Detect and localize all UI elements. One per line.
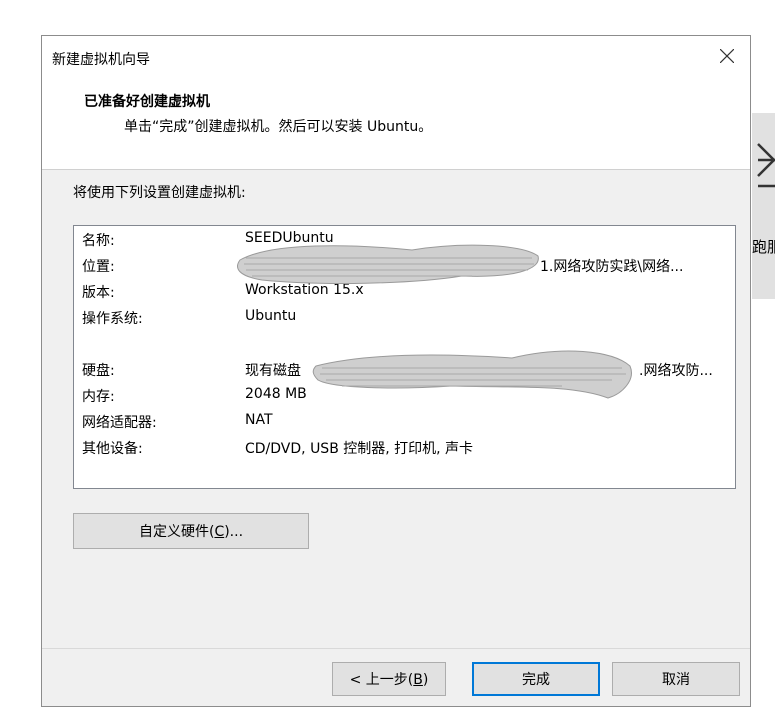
settings-summary: 名称: SEEDUbuntu 位置: 1.网络攻防实践\网络... 版本: Wo… [73,225,736,489]
wizard-header: 已准备好创建虚拟机 单击“完成”创建虚拟机。然后可以安装 Ubuntu。 [42,80,750,170]
summary-value: 现有磁盘 [245,363,301,379]
new-vm-wizard-dialog: 新建虚拟机向导 已准备好创建虚拟机 单击“完成”创建虚拟机。然后可以安装 Ubu… [41,35,751,707]
customize-hardware-button[interactable]: 自定义硬件(C)... [73,513,309,549]
redaction-scribble [312,350,632,399]
summary-value: 2048 MB [245,386,307,402]
finish-button[interactable]: 完成 [472,662,600,696]
summary-key: 操作系统: [82,311,143,327]
summary-key: 位置: [82,259,115,275]
summary-key: 内存: [82,389,115,405]
summary-value: NAT [245,412,273,428]
summary-value: Ubuntu [245,308,297,324]
background-app-text: 跑服 [752,238,775,256]
button-suffix: ) [422,672,429,688]
button-suffix: )... [224,524,244,540]
button-mnemonic: B [413,672,423,688]
summary-value-tail: .网络攻防... [639,363,713,379]
close-icon [720,49,734,63]
title-bar: 新建虚拟机向导 [42,36,750,80]
button-mnemonic: C [214,524,225,540]
summary-key: 其他设备: [82,441,143,457]
cancel-button[interactable]: 取消 [612,662,740,696]
button-label: < 上一步( [349,672,414,688]
summary-key: 硬盘: [82,363,115,379]
button-label: 自定义硬件( [138,524,215,540]
summary-key: 名称: [82,233,115,249]
back-button[interactable]: < 上一步(B) [332,662,446,696]
summary-value: CD/DVD, USB 控制器, 打印机, 声卡 [245,441,474,457]
arrow-right-icon [757,143,775,188]
summary-key: 版本: [82,285,115,301]
close-button[interactable] [704,36,750,80]
footer-divider [42,648,750,649]
summary-value: 1.网络攻防实践\网络... [540,259,684,275]
redaction-scribble [237,244,539,284]
summary-key: 网络适配器: [82,415,157,431]
header-title: 已准备好创建虚拟机 [84,94,210,110]
intro-text: 将使用下列设置创建虚拟机: [73,185,246,201]
dialog-title: 新建虚拟机向导 [52,52,150,68]
header-subtitle: 单击“完成”创建虚拟机。然后可以安装 Ubuntu。 [124,119,433,135]
